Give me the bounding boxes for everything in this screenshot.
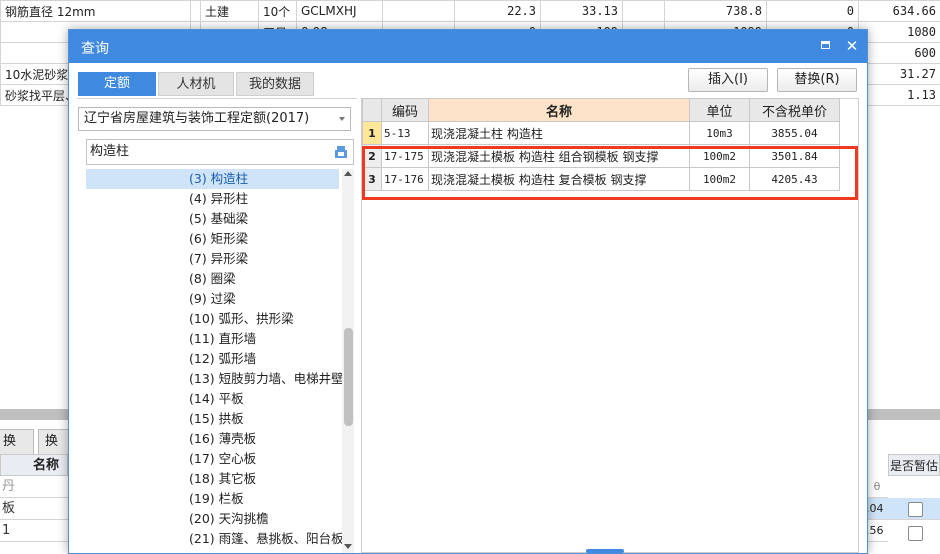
- bg-right-cell: θ: [866, 476, 888, 498]
- bg-cell[interactable]: 1080: [859, 22, 940, 43]
- search-input[interactable]: 构造柱: [86, 139, 354, 165]
- tree-item[interactable]: (14) 平板: [86, 389, 339, 409]
- insert-button[interactable]: 插入(I): [688, 68, 768, 92]
- highlight-box: [362, 146, 858, 200]
- bg-right-cell: .56: [866, 520, 888, 542]
- price-header[interactable]: 不含税单价: [750, 99, 840, 122]
- bg-name-header: 名称: [0, 454, 68, 476]
- bottom-tab-2[interactable]: 换算: [38, 429, 72, 455]
- bg-left-cell: 1: [0, 520, 68, 542]
- bg-cell[interactable]: [623, 1, 665, 22]
- maximize-icon: [821, 41, 830, 49]
- corner-header: [363, 99, 382, 122]
- unit-header[interactable]: 单位: [690, 99, 750, 122]
- quota-library-select[interactable]: 辽宁省房屋建筑与装饰工程定额(2017): [78, 107, 351, 131]
- horizontal-scroll-thumb[interactable]: [586, 549, 624, 553]
- tree-item[interactable]: (4) 异形柱: [86, 189, 339, 209]
- query-dialog: 查询 ✕ 定额 人材机 我的数据 插入(I) 替换(R) 辽宁省房屋建筑与装饰工…: [68, 29, 868, 554]
- tree-item[interactable]: (21) 雨篷、悬挑板、阳台板: [86, 529, 339, 549]
- bg-cell[interactable]: GCLMXHJ: [297, 1, 383, 22]
- dialog-title: 查询: [81, 38, 109, 58]
- tree-item[interactable]: (3) 构造柱: [86, 169, 339, 189]
- bg-cell[interactable]: [191, 1, 201, 22]
- bg-cell[interactable]: 22.3: [455, 1, 541, 22]
- bg-cell[interactable]: 钢筋直径 12mm: [1, 1, 191, 22]
- bg-cell[interactable]: 1.13: [859, 85, 940, 106]
- estimate-checkbox[interactable]: [908, 502, 923, 517]
- close-icon: ✕: [846, 37, 859, 55]
- tree-item[interactable]: (19) 栏板: [86, 489, 339, 509]
- tree-item[interactable]: (16) 薄壳板: [86, 429, 339, 449]
- tree-item[interactable]: (13) 短肢剪力墙、电梯井壁: [86, 369, 339, 389]
- row-number[interactable]: 1: [363, 122, 382, 145]
- bg-left-cell: 丹: [0, 476, 68, 498]
- unit-cell[interactable]: 10m3: [690, 122, 750, 145]
- name-cell[interactable]: 现浇混凝土柱 构造柱: [429, 122, 690, 145]
- code-cell[interactable]: 5-13: [382, 122, 429, 145]
- scroll-up-icon[interactable]: [344, 171, 352, 176]
- bg-cell[interactable]: 0: [767, 1, 859, 22]
- result-row[interactable]: 15-13现浇混凝土柱 构造柱10m33855.04: [363, 122, 840, 145]
- tree-item[interactable]: (6) 矩形梁: [86, 229, 339, 249]
- bg-cell[interactable]: 600: [859, 43, 940, 64]
- tree-item[interactable]: (15) 拱板: [86, 409, 339, 429]
- dropdown-arrow-icon: [339, 117, 345, 121]
- bg-cell[interactable]: 31.27: [859, 64, 940, 85]
- tree-item[interactable]: (12) 弧形墙: [86, 349, 339, 369]
- dialog-titlebar[interactable]: 查询 ✕: [69, 30, 867, 63]
- estimate-checkbox[interactable]: [908, 526, 923, 541]
- tab-materials[interactable]: 人材机: [158, 72, 234, 96]
- bg-cell[interactable]: 土建: [201, 1, 259, 22]
- maximize-button[interactable]: [817, 37, 835, 55]
- bg-estimate-header: 是否暂估: [888, 454, 940, 476]
- tree-item[interactable]: (18) 其它板: [86, 469, 339, 489]
- bg-cell[interactable]: [383, 1, 455, 22]
- tree-item[interactable]: (11) 直形墙: [86, 329, 339, 349]
- tree-scroll-thumb[interactable]: [344, 328, 353, 426]
- results-header-row: 编码 名称 单位 不含税单价: [363, 99, 840, 122]
- bg-row: 钢筋直径 12mm 土建10个GCLMXHJ 22.333.13 738.80634.…: [1, 1, 940, 22]
- scroll-down-icon[interactable]: [344, 544, 352, 549]
- tree-item[interactable]: (8) 圈梁: [86, 269, 339, 289]
- search-icon[interactable]: [334, 145, 348, 159]
- tab-my-data[interactable]: 我的数据: [236, 72, 314, 96]
- replace-button[interactable]: 替换(R): [777, 68, 857, 92]
- bottom-tab-1[interactable]: 换算: [0, 429, 34, 455]
- tree-item[interactable]: (10) 弧形、拱形梁: [86, 309, 339, 329]
- tree-item[interactable]: (5) 基础梁: [86, 209, 339, 229]
- tree-item[interactable]: (20) 天沟挑檐: [86, 509, 339, 529]
- price-cell[interactable]: 3855.04: [750, 122, 840, 145]
- bg-right-cell: .04: [866, 498, 888, 520]
- bg-cell[interactable]: 10个: [259, 1, 297, 22]
- tree-item[interactable]: (7) 异形梁: [86, 249, 339, 269]
- close-button[interactable]: ✕: [843, 37, 861, 55]
- chapter-tree: (3) 构造柱(4) 异形柱(5) 基础梁(6) 矩形梁(7) 异形梁(8) 圈…: [86, 169, 342, 553]
- name-header[interactable]: 名称: [429, 99, 690, 122]
- bg-cell[interactable]: 634.66: [859, 1, 940, 22]
- bg-cell[interactable]: 738.8: [665, 1, 767, 22]
- tree-item[interactable]: (17) 空心板: [86, 449, 339, 469]
- tree-item[interactable]: (9) 过梁: [86, 289, 339, 309]
- tab-quota[interactable]: 定额: [78, 72, 156, 96]
- code-header[interactable]: 编码: [382, 99, 429, 122]
- bg-left-cell: 板: [0, 498, 68, 520]
- bg-cell[interactable]: 33.13: [541, 1, 623, 22]
